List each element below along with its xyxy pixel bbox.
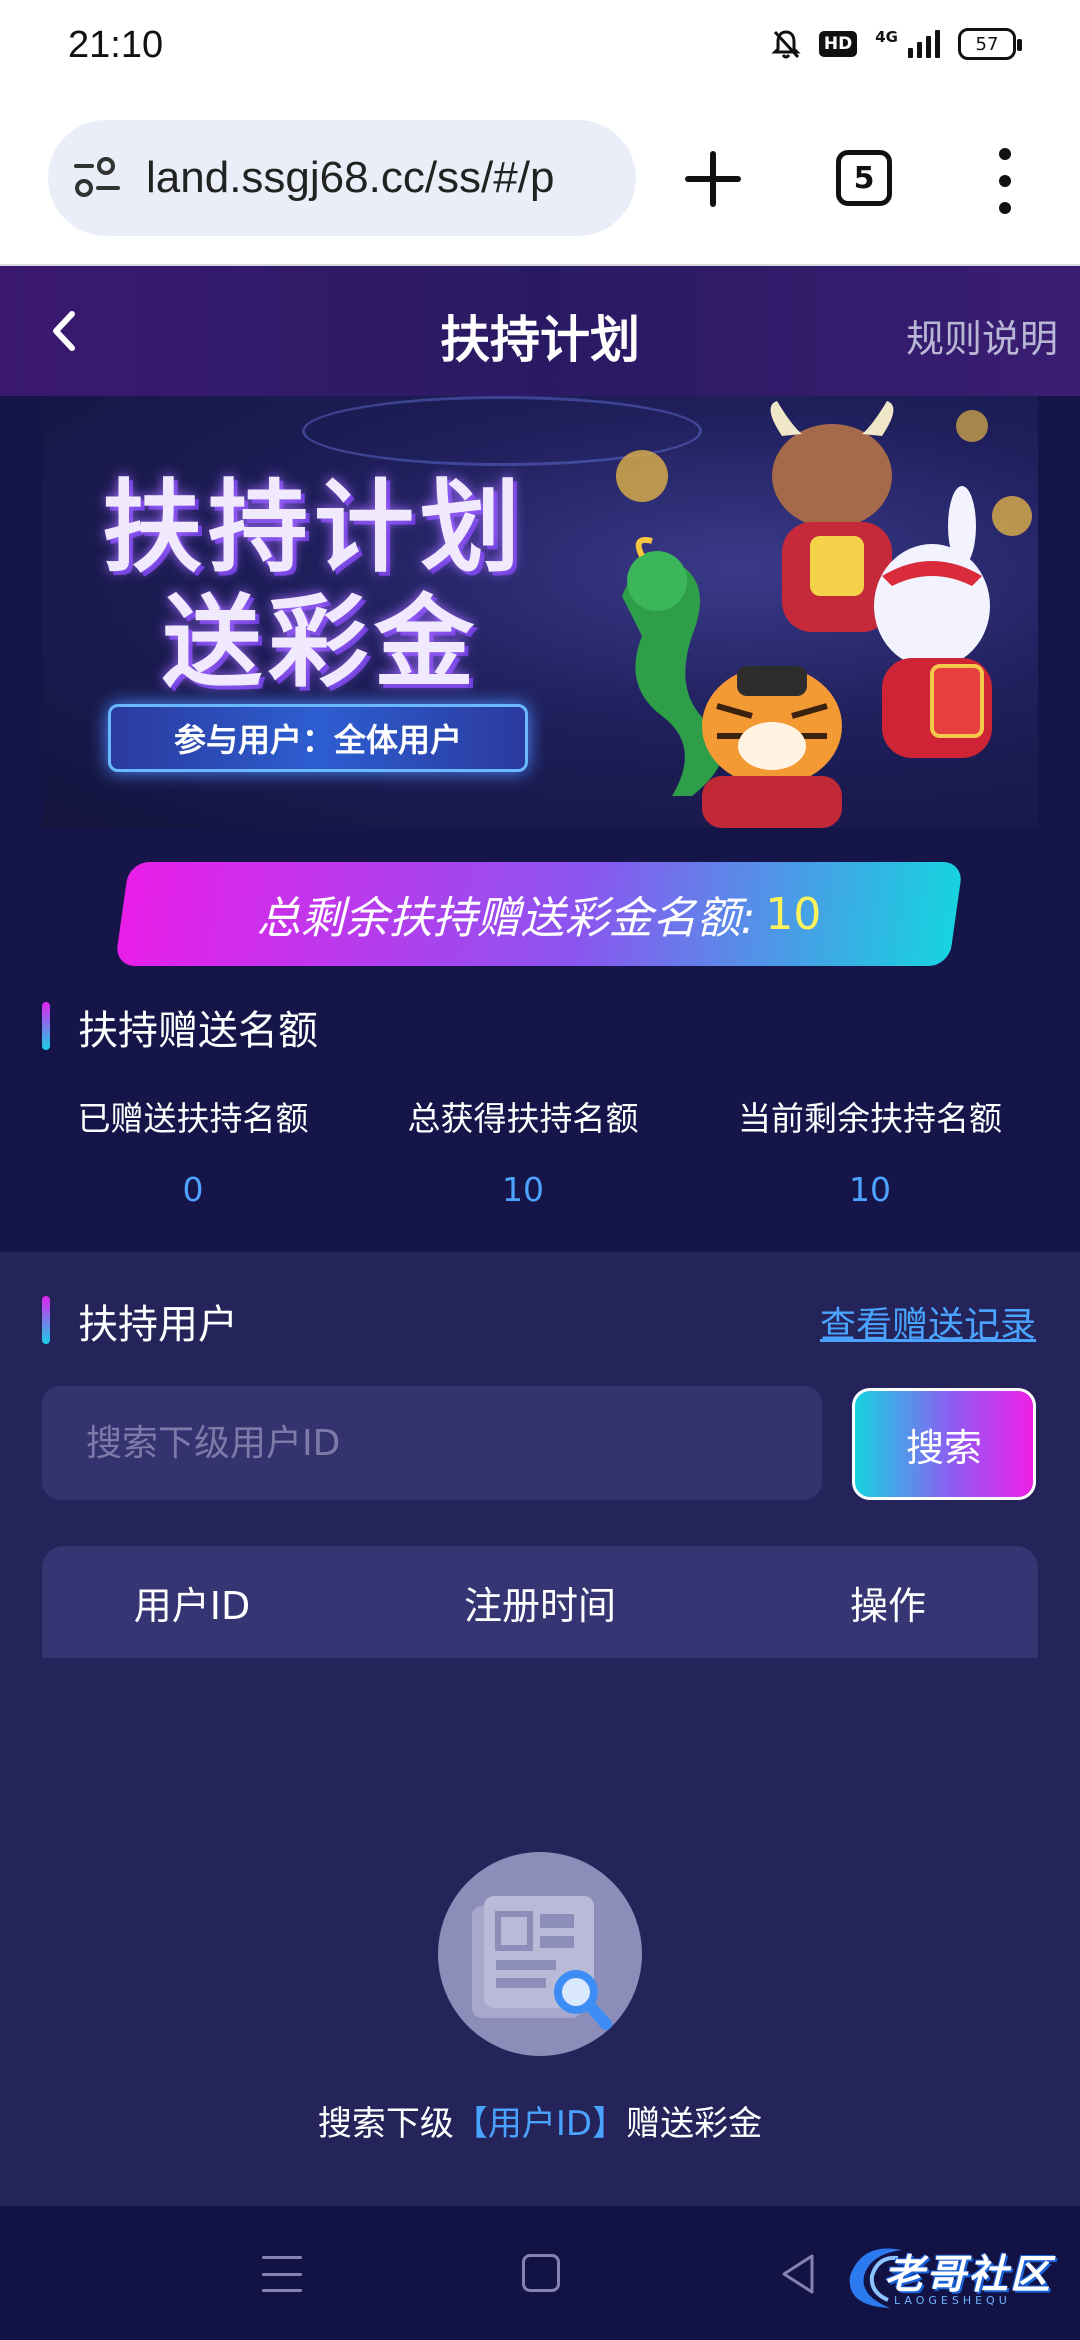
watermark-subtext: LAOGESHEQU [894,2294,1011,2307]
quota-banner: 总剩余扶持赠送彩金名额: 10 [122,862,956,966]
tab-switcher-button[interactable]: 5 [836,150,892,206]
nav-back-icon[interactable] [778,2252,818,2296]
watermark-text: 老哥社区 [884,2252,1052,2298]
stat-label: 总获得扶持名额 [407,1099,639,1138]
stat-total: 总获得扶持名额 10 [386,1092,660,1209]
empty-highlight: 【用户ID】 [453,2104,627,2144]
url-text[interactable]: land.ssgj68.cc/ss/#/p [146,153,554,203]
address-bar[interactable]: land.ssgj68.cc/ss/#/p [48,120,636,236]
stat-value: 0 [182,1170,204,1209]
users-section: 扶持用户 查看赠送记录 搜索 用户ID 注册时间 操作 搜索下级【用户ID】赠送… [0,1252,1080,2206]
signal-icon [908,30,940,58]
battery-icon: 57 [958,28,1022,60]
stat-remaining: 当前剩余扶持名额 10 [660,1092,1080,1209]
quota-value: 10 [765,888,822,940]
users-section-title: 扶持用户 [78,1302,238,1348]
watermark-logo: 老哥社区 LAOGESHEQU [842,2236,1072,2316]
view-records-link[interactable]: 查看赠送记录 [820,1296,1036,1348]
empty-state: 搜索下级【用户ID】赠送彩金 [0,1852,1080,2145]
banner-title-line2: 送彩金 [162,584,480,701]
stat-label: 当前剩余扶持名额 [738,1099,1002,1138]
table-header: 用户ID 注册时间 操作 [42,1546,1038,1658]
quota-label: 总剩余扶持赠送彩金名额: [256,893,756,944]
stat-label: 已赠送扶持名额 [77,1099,309,1138]
column-action: 操作 [849,1583,926,1628]
mute-bell-icon [771,30,801,59]
column-user-id: 用户ID [133,1583,251,1628]
status-icons: HD 4G 57 [771,28,1022,60]
recents-icon[interactable] [262,2256,302,2292]
column-register-time: 注册时间 [463,1583,616,1628]
search-button[interactable]: 搜索 [852,1388,1036,1500]
status-bar: 21:10 HD 4G 57 [0,0,1080,96]
battery-level: 57 [975,33,999,55]
rules-link[interactable]: 规则说明 [906,308,1058,363]
mascot-illustration [616,401,1032,828]
empty-message: 搜索下级【用户ID】赠送彩金 [0,2096,1080,2145]
section-accent-bar [42,1296,50,1344]
search-document-icon [438,1852,642,2056]
promo-banner: 扶持计划 送彩金 参与用户：全体用户 [42,396,1038,828]
browser-menu-icon[interactable] [990,148,1020,214]
stats-row: 已赠送扶持名额 0 总获得扶持名额 10 当前剩余扶持名额 10 [0,1092,1080,1209]
section-accent-bar [42,1002,50,1050]
network-type: 4G [875,28,898,46]
stats-section-title: 扶持赠送名额 [78,1008,318,1054]
search-input[interactable] [42,1386,822,1500]
hd-badge: HD [818,31,858,57]
browser-toolbar: land.ssgj68.cc/ss/#/p 5 [0,96,1080,266]
hero-section: 扶持计划 送彩金 参与用户：全体用户 总剩余扶持赠送彩金名额: 10 扶持赠送名… [0,396,1080,1252]
status-time: 21:10 [68,24,164,66]
empty-prefix: 搜索下级 [317,2104,454,2144]
stat-gifted: 已赠送扶持名额 0 [0,1092,386,1209]
home-icon[interactable] [522,2254,560,2292]
stat-value: 10 [502,1170,544,1209]
page-header: 扶持计划 规则说明 [0,266,1080,396]
site-settings-icon[interactable] [70,148,130,208]
system-nav-bar: 老哥社区 LAOGESHEQU [0,2206,1080,2340]
stat-value: 10 [849,1170,891,1209]
empty-suffix: 赠送彩金 [626,2104,763,2144]
new-tab-icon[interactable] [680,146,746,212]
banner-tag: 参与用户：全体用户 [108,704,528,772]
